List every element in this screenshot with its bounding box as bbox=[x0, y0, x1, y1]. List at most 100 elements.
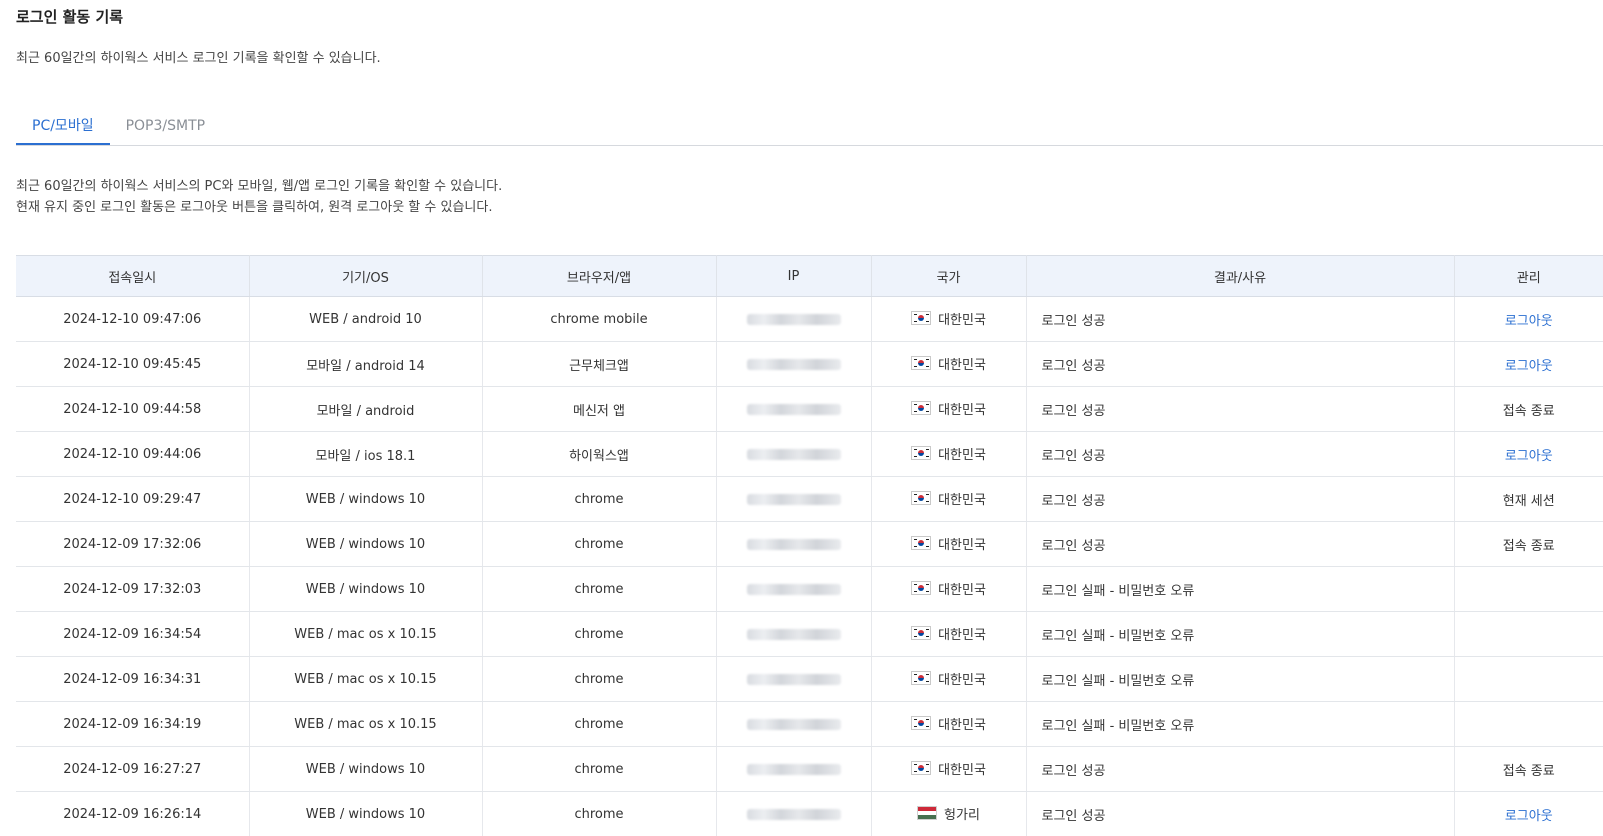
cell-country: 대한민국 bbox=[871, 476, 1027, 522]
cell-ip bbox=[716, 791, 872, 836]
cell-action bbox=[1454, 611, 1603, 657]
cell-country: 대한민국 bbox=[871, 386, 1027, 432]
country-label: 대한민국 bbox=[911, 489, 986, 508]
flag-korea-icon bbox=[911, 536, 932, 551]
ip-address-redacted bbox=[746, 718, 841, 730]
tab-pop3-smtp[interactable]: POP3/SMTP bbox=[110, 108, 222, 145]
cell-ip bbox=[716, 431, 872, 477]
country-name: 대한민국 bbox=[938, 672, 986, 688]
table-row: 2024-12-10 09:47:06 WEB / android 10 chrom… bbox=[16, 296, 1603, 342]
cell-browser: chrome bbox=[482, 746, 717, 792]
cell-browser: chrome mobile bbox=[482, 296, 717, 342]
cell-datetime: 2024-12-09 16:27:27 bbox=[16, 746, 250, 792]
tab-description: 최근 60일간의 하이웍스 서비스의 PC와 모바일, 웹/앱 로그인 기록을 … bbox=[16, 176, 502, 218]
cell-device: WEB / windows 10 bbox=[249, 791, 483, 836]
cell-action bbox=[1454, 656, 1603, 702]
cell-result: 로그인 성공 bbox=[1026, 476, 1455, 522]
cell-ip bbox=[716, 296, 872, 342]
table-body: 2024-12-10 09:47:06 WEB / android 10 chrom… bbox=[16, 296, 1603, 836]
cell-result: 로그인 성공 bbox=[1026, 296, 1455, 342]
cell-datetime: 2024-12-10 09:29:47 bbox=[16, 476, 250, 522]
cell-country: 대한민국 bbox=[871, 701, 1027, 747]
cell-datetime: 2024-12-09 16:34:31 bbox=[16, 656, 250, 702]
country-label: 대한민국 bbox=[911, 759, 986, 778]
country-label: 대한민국 bbox=[911, 669, 986, 688]
session-status: 접속 종료 bbox=[1502, 763, 1555, 779]
cell-device: 모바일 / android bbox=[249, 386, 483, 432]
cell-country: 대한민국 bbox=[871, 611, 1027, 657]
cell-device: WEB / windows 10 bbox=[249, 566, 483, 612]
cell-device: 모바일 / ios 18.1 bbox=[249, 431, 483, 477]
table-row: 2024-12-10 09:29:47 WEB / windows 10 chrom… bbox=[16, 476, 1603, 522]
ip-address-redacted bbox=[746, 673, 841, 685]
country-label: 대한민국 bbox=[911, 534, 986, 553]
table-row: 2024-12-10 09:44:58 모바일 / android 메신저 앱 대한민… bbox=[16, 386, 1603, 432]
cell-ip bbox=[716, 521, 872, 567]
table-row: 2024-12-09 16:34:54 WEB / mac os x 10.15 c… bbox=[16, 611, 1603, 657]
ip-address-redacted bbox=[746, 583, 841, 595]
logout-button[interactable]: 로그아웃 bbox=[1505, 314, 1553, 329]
ip-address-redacted bbox=[746, 313, 841, 325]
cell-result: 로그인 성공 bbox=[1026, 341, 1455, 387]
country-name: 대한민국 bbox=[938, 492, 986, 508]
table-row: 2024-12-09 17:32:06 WEB / windows 10 chrom… bbox=[16, 521, 1603, 567]
ip-address-redacted bbox=[746, 493, 841, 505]
flag-korea-icon bbox=[911, 491, 932, 506]
country-name: 대한민국 bbox=[938, 312, 986, 328]
cell-ip bbox=[716, 656, 872, 702]
cell-browser: chrome bbox=[482, 476, 717, 522]
country-label: 대한민국 bbox=[911, 354, 986, 373]
tab-pc-mobile[interactable]: PC/모바일 bbox=[16, 108, 110, 145]
cell-result: 로그인 성공 bbox=[1026, 386, 1455, 432]
cell-ip bbox=[716, 386, 872, 432]
table-row: 2024-12-10 09:44:06 모바일 / ios 18.1 하이웍스앱 대한… bbox=[16, 431, 1603, 477]
cell-action: 현재 세션 bbox=[1454, 476, 1603, 522]
logout-button[interactable]: 로그아웃 bbox=[1505, 809, 1553, 824]
cell-datetime: 2024-12-09 17:32:03 bbox=[16, 566, 250, 612]
cell-datetime: 2024-12-09 16:34:19 bbox=[16, 701, 250, 747]
logout-button[interactable]: 로그아웃 bbox=[1505, 449, 1553, 464]
login-activity-page: 로그인 활동 기록 최근 60일간의 하이웍스 서비스 로그인 기록을 확인할 … bbox=[0, 0, 1603, 836]
cell-browser: 메신저 앱 bbox=[482, 386, 717, 432]
cell-result: 로그인 실패 - 비밀번호 오류 bbox=[1026, 611, 1455, 657]
flag-korea-icon bbox=[911, 446, 932, 461]
cell-result: 로그인 실패 - 비밀번호 오류 bbox=[1026, 701, 1455, 747]
cell-device: WEB / windows 10 bbox=[249, 521, 483, 567]
tab-description-line: 현재 유지 중인 로그인 활동은 로그아웃 버튼을 클릭하여, 원격 로그아웃 … bbox=[16, 200, 493, 215]
cell-result: 로그인 성공 bbox=[1026, 746, 1455, 792]
cell-browser: chrome bbox=[482, 791, 717, 836]
column-header-ip: IP bbox=[716, 255, 872, 297]
country-name: 대한민국 bbox=[938, 582, 986, 598]
cell-action bbox=[1454, 701, 1603, 747]
cell-datetime: 2024-12-09 17:32:06 bbox=[16, 521, 250, 567]
flag-korea-icon bbox=[911, 671, 932, 686]
column-header-country: 국가 bbox=[871, 255, 1027, 297]
cell-result: 로그인 성공 bbox=[1026, 791, 1455, 836]
cell-ip bbox=[716, 701, 872, 747]
cell-browser: chrome bbox=[482, 701, 717, 747]
logout-button[interactable]: 로그아웃 bbox=[1505, 359, 1553, 374]
ip-address-redacted bbox=[746, 808, 841, 820]
country-name: 대한민국 bbox=[938, 402, 986, 418]
table-row: 2024-12-09 16:26:14 WEB / windows 10 chrom… bbox=[16, 791, 1603, 836]
cell-ip bbox=[716, 611, 872, 657]
cell-device: WEB / windows 10 bbox=[249, 476, 483, 522]
cell-datetime: 2024-12-10 09:45:45 bbox=[16, 341, 250, 387]
country-name: 대한민국 bbox=[938, 627, 986, 643]
cell-device: 모바일 / android 14 bbox=[249, 341, 483, 387]
country-name: 대한민국 bbox=[938, 762, 986, 778]
cell-datetime: 2024-12-10 09:47:06 bbox=[16, 296, 250, 342]
column-header-browser: 브라우저/앱 bbox=[482, 255, 717, 297]
table-header-row: 접속일시 기기/OS 브라우저/앱 IP 국가 결과/사유 관리 bbox=[16, 255, 1603, 297]
column-header-action: 관리 bbox=[1454, 255, 1603, 297]
flag-hungary-icon bbox=[917, 806, 938, 821]
page-title: 로그인 활동 기록 bbox=[16, 8, 124, 26]
session-status: 접속 종료 bbox=[1502, 403, 1555, 419]
table-row: 2024-12-09 16:34:19 WEB / mac os x 10.15 c… bbox=[16, 701, 1603, 747]
cell-country: 대한민국 bbox=[871, 431, 1027, 477]
tab-description-line: 최근 60일간의 하이웍스 서비스의 PC와 모바일, 웹/앱 로그인 기록을 … bbox=[16, 179, 503, 194]
flag-korea-icon bbox=[911, 401, 932, 416]
table-row: 2024-12-09 16:27:27 WEB / windows 10 chrom… bbox=[16, 746, 1603, 792]
country-label: 헝가리 bbox=[917, 804, 980, 823]
country-name: 헝가리 bbox=[944, 807, 980, 823]
